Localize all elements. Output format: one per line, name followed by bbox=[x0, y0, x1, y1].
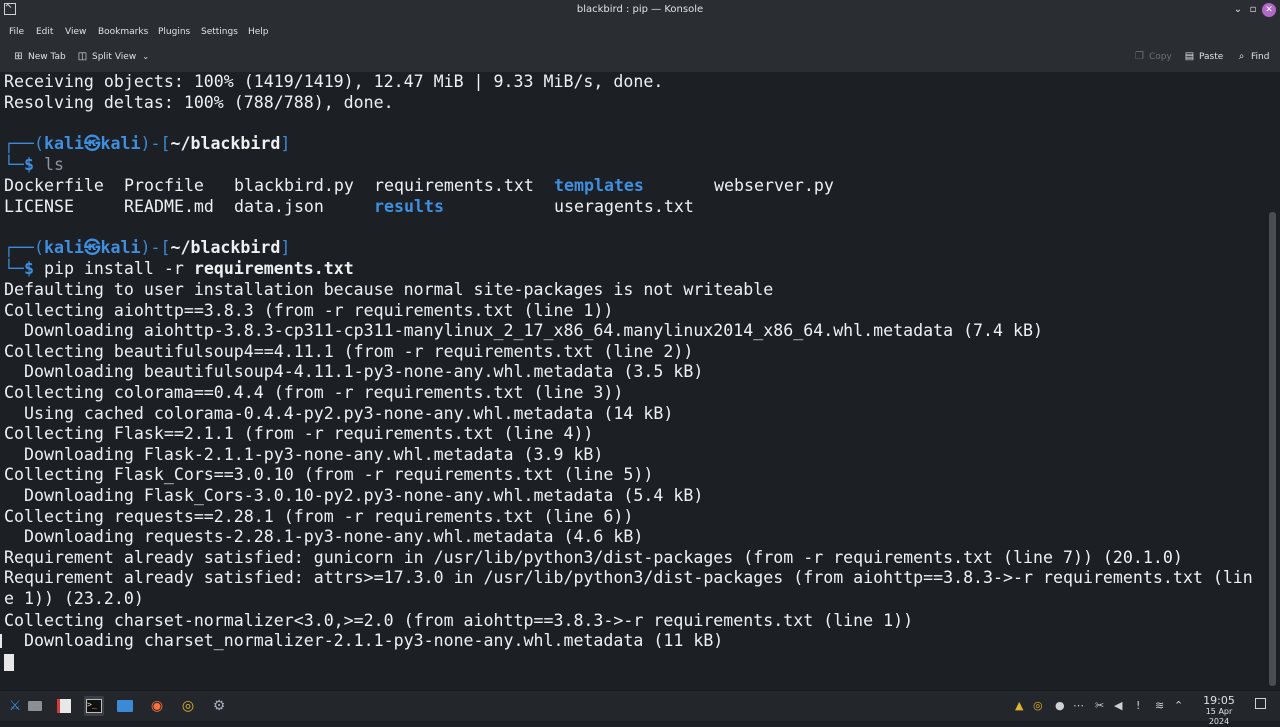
tools-icon[interactable]: ✂ bbox=[1095, 699, 1104, 712]
output-line: Downloading beautifulsoup4-4.11.1-py3-no… bbox=[4, 362, 704, 382]
output-line: Collecting beautifulsoup4==4.11.1 (from … bbox=[4, 341, 694, 361]
clock[interactable]: 19:05 15 Apr 2024 bbox=[1196, 695, 1242, 727]
directory-entry: templates bbox=[554, 176, 644, 195]
output-line: Collecting colorama==0.4.4 (from -r requ… bbox=[4, 383, 624, 402]
desktop-icon[interactable] bbox=[25, 696, 45, 716]
output-line: Downloading Flask-2.1.1-py3-none-any.whl… bbox=[4, 444, 604, 464]
copy-button[interactable]: ❐ Copy bbox=[1134, 51, 1172, 62]
command-text: pip install -r bbox=[43, 259, 184, 278]
file-entry: LICENSE bbox=[4, 197, 74, 216]
text-editor-icon[interactable] bbox=[54, 696, 74, 716]
menu-help[interactable]: Help bbox=[248, 27, 269, 37]
terminal-icon[interactable]: >_ bbox=[84, 696, 104, 716]
close-icon[interactable]: ✕ bbox=[1262, 3, 1276, 17]
output-line: Defaulting to user installation because … bbox=[4, 280, 774, 299]
title-bar: blackbird : pip — Konsole ⌄ ▫ ✕ bbox=[0, 0, 1280, 21]
notification-icon[interactable]: ▲ bbox=[1015, 699, 1023, 712]
new-tab-button[interactable]: ⊞ New Tab bbox=[13, 51, 66, 62]
find-label: Find bbox=[1251, 51, 1270, 62]
terminal-view[interactable]: Receiving objects: 100% (1419/1419), 12.… bbox=[0, 72, 1266, 690]
output-line: Requirement already satisfied: attrs>=17… bbox=[4, 568, 1253, 588]
output-line: Resolving deltas: 100% (788/788), done. bbox=[4, 93, 394, 112]
paste-icon: ▤ bbox=[1184, 51, 1195, 62]
chrome-icon[interactable]: ◎ bbox=[178, 696, 198, 716]
clock-time: 19:05 bbox=[1203, 694, 1235, 707]
text-cursor bbox=[4, 654, 14, 671]
show-desktop-icon[interactable] bbox=[1255, 698, 1266, 709]
command-text: ls bbox=[43, 155, 64, 174]
output-line: Downloading charset_normalizer-2.1.1-py3… bbox=[4, 631, 724, 651]
minimize-icon[interactable]: ⌄ bbox=[1231, 3, 1245, 17]
menu-edit[interactable]: Edit bbox=[36, 27, 53, 37]
file-entry: useragents.txt bbox=[554, 197, 694, 216]
menu-bar: File Edit View Bookmarks Plugins Setting… bbox=[0, 21, 1280, 42]
output-line: Collecting requests==2.28.1 (from -r req… bbox=[4, 506, 634, 526]
prompt-line: ┌──(kali㉿kali)-[~/blackbird] bbox=[4, 238, 291, 257]
menu-file[interactable]: File bbox=[9, 27, 24, 37]
split-view-icon: ◫ bbox=[77, 51, 88, 62]
file-entry: webserver.py bbox=[714, 176, 834, 195]
copy-icon: ❐ bbox=[1135, 51, 1144, 62]
output-line: Collecting Flask==2.1.1 (from -r require… bbox=[4, 424, 594, 444]
toolbar: ⊞ New Tab ◫ Split View ⌄ ❐ Copy ▤ Paste … bbox=[0, 42, 1280, 73]
new-tab-label: New Tab bbox=[28, 51, 66, 62]
menu-settings[interactable]: Settings bbox=[201, 27, 238, 37]
wifi-icon[interactable]: ≋ bbox=[1155, 699, 1164, 712]
output-line: Using cached colorama-0.4.4-py2.py3-none… bbox=[4, 403, 674, 423]
maximize-icon[interactable]: ▫ bbox=[1246, 3, 1260, 17]
file-entry: blackbird.py bbox=[234, 176, 354, 195]
command-line: └─$ ls bbox=[4, 155, 64, 174]
search-icon: ⌕ bbox=[1238, 51, 1245, 62]
clock-date: 15 Apr 2024 bbox=[1205, 707, 1233, 726]
command-arg: requirements.txt bbox=[193, 259, 354, 278]
output-line: Collecting Flask_Cors==3.0.10 (from -r r… bbox=[4, 465, 654, 485]
file-entry: Procfile bbox=[124, 176, 204, 195]
taskbar: ⚔ >_ ◉ ◎ ⚙ ▲ ◎ ● ⋯ ✂ ◀ ! ≋ ⌃ 19:05 15 Ap… bbox=[0, 690, 1280, 726]
output-line: Receiving objects: 100% (1419/1419), 12.… bbox=[4, 72, 664, 91]
output-line: Downloading Flask_Cors-3.0.10-py2.py3-no… bbox=[4, 486, 704, 505]
selection-marker bbox=[0, 634, 2, 648]
firefox-icon[interactable]: ◉ bbox=[147, 696, 167, 716]
settings-icon[interactable]: ⚙ bbox=[209, 696, 229, 716]
split-view-label: Split View bbox=[92, 51, 137, 62]
file-entry: data.json bbox=[234, 197, 324, 216]
find-button[interactable]: ⌕ Find bbox=[1236, 51, 1270, 62]
output-line: Downloading requests-2.28.1-py3-none-any… bbox=[4, 527, 644, 547]
file-entry: README.md bbox=[124, 197, 214, 216]
chrome-tray-icon[interactable]: ◎ bbox=[1033, 699, 1043, 712]
output-line: Requirement already satisfied: gunicorn … bbox=[4, 547, 1183, 567]
paste-button[interactable]: ▤ Paste bbox=[1184, 51, 1224, 62]
menu-bookmarks[interactable]: Bookmarks bbox=[98, 27, 148, 37]
file-entry: requirements.txt bbox=[374, 176, 534, 195]
dots-icon[interactable]: ⋯ bbox=[1073, 699, 1084, 712]
split-view-button[interactable]: ◫ Split View ⌄ bbox=[77, 51, 151, 62]
output-line: Collecting charset-normalizer<3.0,>=2.0 … bbox=[4, 610, 914, 630]
kali-menu-icon[interactable]: ⚔ bbox=[5, 696, 25, 716]
new-tab-icon: ⊞ bbox=[14, 51, 23, 62]
output-line: Collecting aiohttp==3.8.3 (from -r requi… bbox=[4, 300, 614, 320]
output-line: Downloading aiohttp-3.8.3-cp311-cp311-ma… bbox=[4, 321, 1043, 341]
window-title: blackbird : pip — Konsole bbox=[576, 4, 704, 15]
menu-plugins[interactable]: Plugins bbox=[158, 27, 190, 37]
record-icon[interactable]: ● bbox=[1055, 699, 1065, 712]
copy-label: Copy bbox=[1149, 51, 1172, 62]
menu-view[interactable]: View bbox=[65, 27, 86, 37]
paste-label: Paste bbox=[1199, 51, 1224, 62]
chevron-down-icon: ⌄ bbox=[142, 52, 150, 61]
directory-entry: results bbox=[374, 197, 444, 216]
prompt-line: ┌──(kali㉿kali)-[~/blackbird] bbox=[4, 134, 291, 153]
file-manager-icon[interactable] bbox=[115, 696, 135, 716]
file-entry: Dockerfile bbox=[4, 176, 104, 195]
output-line: e 1)) (23.2.0) bbox=[4, 589, 144, 608]
pin-icon[interactable]: ! bbox=[1136, 699, 1140, 712]
scrollbar-thumb[interactable] bbox=[1269, 212, 1276, 686]
expand-tray-icon[interactable]: ⌃ bbox=[1174, 699, 1183, 712]
scrollbar[interactable] bbox=[1266, 72, 1280, 690]
command-line: └─$ pip install -r requirements.txt bbox=[4, 259, 354, 278]
volume-icon[interactable]: ◀ bbox=[1114, 699, 1122, 712]
